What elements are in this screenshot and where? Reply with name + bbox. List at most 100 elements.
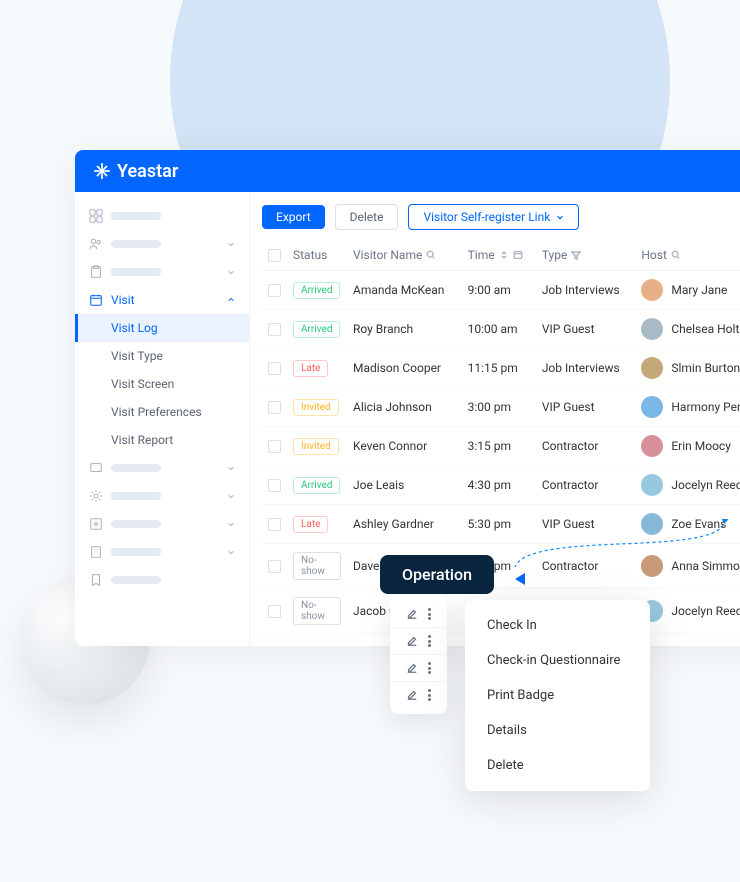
op-row [390,628,447,655]
toolbar: Export Delete Visitor Self-register Link… [262,204,740,230]
operation-rows-popup [390,595,447,714]
delete-button[interactable]: Delete [335,204,399,230]
sidebar-item-placeholder[interactable] [75,230,249,258]
sidebar-subitem[interactable]: Visit Preferences [75,398,249,426]
sidebar-subitem[interactable]: Visit Report [75,426,249,454]
edit-icon[interactable] [406,635,418,647]
host-name: Slmin Burton [671,361,740,375]
host-name: Harmony Perry [671,400,740,414]
sidebar-item-placeholder[interactable] [75,482,249,510]
status-badge: No-show [293,597,341,625]
self-register-label: Visitor Self-register Link [423,210,550,224]
operation-menu: Check InCheck-in QuestionnairePrint Badg… [465,600,650,791]
row-checkbox[interactable] [268,284,281,297]
host-cell: Slmin Burton [641,357,740,379]
row-checkbox[interactable] [268,560,281,573]
host-cell: Harmony Perry [641,396,740,418]
export-button[interactable]: Export [262,205,325,229]
sidebar-subitem[interactable]: Visit Log [75,314,249,342]
menu-item[interactable]: Delete [465,748,650,783]
row-checkbox[interactable] [268,323,281,336]
sidebar-item-placeholder[interactable] [75,202,249,230]
row-checkbox[interactable] [268,440,281,453]
building-icon [89,545,103,559]
chevron-down-icon [556,213,564,221]
status-badge: Late [293,360,328,377]
chevron-down-icon [227,520,235,528]
more-icon[interactable] [428,689,431,701]
table-row: Invited Keven Connor 3:15 pm Contractor … [262,427,740,466]
visit-table: Status Visitor Name Time Type Host Opera… [262,240,740,634]
host-cell: Mary Jane [641,279,740,301]
host-name: Mary Jane [671,283,727,297]
time-cell: 11:15 pm [462,349,536,388]
sort-icon[interactable] [499,250,509,260]
sidebar: Visit Visit LogVisit TypeVisit ScreenVis… [75,192,250,646]
time-cell: 9:00 am [462,271,536,310]
visitor-cell: Ashley Gardner [347,505,462,544]
sidebar-subitem[interactable]: Visit Type [75,342,249,370]
menu-item[interactable]: Print Badge [465,678,650,713]
row-checkbox[interactable] [268,401,281,414]
row-checkbox[interactable] [268,362,281,375]
avatar [641,396,663,418]
chevron-up-icon [227,296,235,304]
time-cell: 4:30 pm [462,466,536,505]
gear-icon [89,489,103,503]
menu-item[interactable]: Check-in Questionnaire [465,643,650,678]
host-cell: Jocelyn Reed [641,474,740,496]
sidebar-item-placeholder[interactable] [75,454,249,482]
sidebar-subitem[interactable]: Visit Screen [75,370,249,398]
status-badge: Invited [293,438,339,455]
more-icon[interactable] [428,635,431,647]
avatar [641,318,663,340]
type-cell: Contractor [536,466,636,505]
op-row [390,601,447,628]
time-cell: 3:00 pm [462,388,536,427]
callout-connector [510,519,730,569]
visitor-cell: Madison Cooper [347,349,462,388]
visitor-cell: Alicia Johnson [347,388,462,427]
row-checkbox[interactable] [268,479,281,492]
search-icon[interactable] [671,250,681,260]
yeastar-icon [93,162,111,180]
row-checkbox[interactable] [268,605,281,618]
col-type: Type [542,248,568,262]
sidebar-item-placeholder[interactable] [75,510,249,538]
calendar-icon[interactable] [513,250,523,260]
type-cell: Contractor [536,427,636,466]
grid-icon [89,209,103,223]
search-icon[interactable] [426,250,436,260]
more-icon[interactable] [428,608,431,620]
sidebar-item-visit[interactable]: Visit [75,286,249,314]
visitor-cell: Keven Connor [347,427,462,466]
menu-item[interactable]: Check In [465,608,650,643]
sidebar-item-placeholder[interactable] [75,538,249,566]
host-cell: Erin Moocy [641,435,740,457]
sidebar-item-placeholder[interactable] [75,566,249,594]
host-cell: Jocelyn Reed [641,600,740,622]
more-icon[interactable] [428,662,431,674]
chevron-down-icon [227,240,235,248]
status-badge: Arrived [293,282,340,299]
calendar-icon [89,293,103,307]
edit-icon[interactable] [406,662,418,674]
brand-name: Yeastar [117,161,178,182]
col-status: Status [293,248,327,262]
select-all-checkbox[interactable] [268,249,281,262]
status-badge: Invited [293,399,339,416]
sidebar-item-label: Visit [111,293,135,307]
main-content: Export Delete Visitor Self-register Link… [250,192,740,646]
edit-icon[interactable] [406,608,418,620]
sidebar-item-placeholder[interactable] [75,258,249,286]
edit-icon[interactable] [406,689,418,701]
chevron-down-icon [227,548,235,556]
menu-item[interactable]: Details [465,713,650,748]
host-name: Jocelyn Reed [671,478,740,492]
table-row: Arrived Joe Leais 4:30 pm Contractor Joc… [262,466,740,505]
row-checkbox[interactable] [268,518,281,531]
self-register-button[interactable]: Visitor Self-register Link [408,204,579,230]
avatar [641,474,663,496]
chevron-down-icon [227,492,235,500]
filter-icon[interactable] [571,250,581,260]
